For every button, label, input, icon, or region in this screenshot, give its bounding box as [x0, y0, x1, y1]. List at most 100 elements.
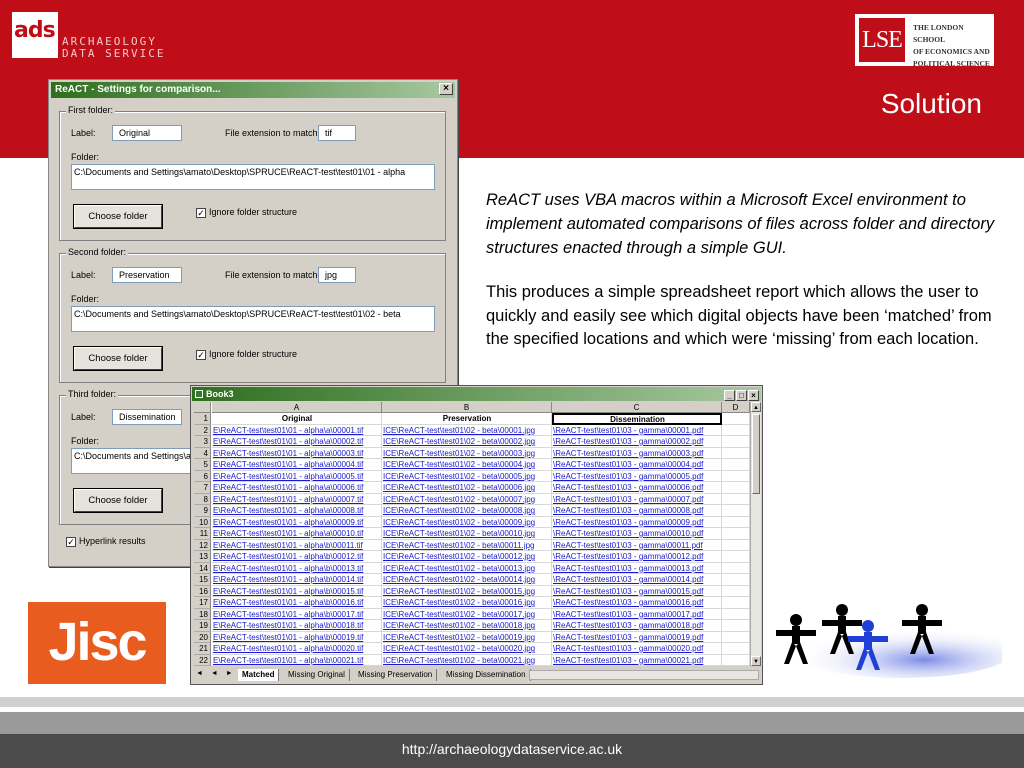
- horizontal-scrollbar[interactable]: [529, 670, 759, 680]
- empty-cell[interactable]: [722, 562, 750, 574]
- preservation-link-cell[interactable]: ICE\ReACT-test\test01\02 - beta\00006.jp…: [382, 482, 552, 494]
- footer-url[interactable]: http://archaeologydataservice.ac.uk: [0, 741, 1024, 757]
- row-header[interactable]: 12: [194, 539, 211, 551]
- preservation-link-cell[interactable]: ICE\ReACT-test\test01\02 - beta\00008.jp…: [382, 505, 552, 517]
- row-header[interactable]: 19: [194, 620, 211, 632]
- row-header[interactable]: 2: [194, 424, 211, 436]
- column-header-d[interactable]: D: [722, 402, 750, 413]
- empty-cell[interactable]: [722, 608, 750, 620]
- preservation-link-cell[interactable]: ICE\ReACT-test\test01\02 - beta\00020.jp…: [382, 643, 552, 655]
- dissemination-link-cell[interactable]: \ReACT-test\test01\03 - gamma\00015.pdf: [552, 585, 722, 597]
- empty-cell[interactable]: [722, 654, 750, 666]
- original-link-cell[interactable]: E\ReACT-test\test01\01 - alpha\b\00018.t…: [212, 620, 382, 632]
- empty-cell[interactable]: [722, 643, 750, 655]
- preservation-link-cell[interactable]: ICE\ReACT-test\test01\02 - beta\00016.jp…: [382, 597, 552, 609]
- first-ext-input[interactable]: tif: [318, 125, 356, 141]
- dissemination-link-cell[interactable]: \ReACT-test\test01\03 - gamma\00007.pdf: [552, 493, 722, 505]
- preservation-link-cell[interactable]: ICE\ReACT-test\test01\02 - beta\00001.jp…: [382, 424, 552, 436]
- empty-cell[interactable]: [722, 585, 750, 597]
- sheet-tab-matched[interactable]: Matched: [238, 669, 280, 681]
- dissemination-link-cell[interactable]: \ReACT-test\test01\03 - gamma\00005.pdf: [552, 470, 722, 482]
- preservation-link-cell[interactable]: ICE\ReACT-test\test01\02 - beta\00009.jp…: [382, 516, 552, 528]
- empty-cell[interactable]: [722, 597, 750, 609]
- dissemination-link-cell[interactable]: \ReACT-test\test01\03 - gamma\00013.pdf: [552, 562, 722, 574]
- empty-cell[interactable]: [722, 493, 750, 505]
- choose-folder-button-3[interactable]: Choose folder: [74, 489, 162, 512]
- preservation-link-cell[interactable]: ICE\ReACT-test\test01\02 - beta\00019.jp…: [382, 631, 552, 643]
- first-label-input[interactable]: Original: [112, 125, 182, 141]
- empty-cell[interactable]: [722, 631, 750, 643]
- original-link-cell[interactable]: E\ReACT-test\test01\01 - alpha\a\00005.t…: [212, 470, 382, 482]
- dissemination-link-cell[interactable]: \ReACT-test\test01\03 - gamma\00006.pdf: [552, 482, 722, 494]
- column-header-c[interactable]: C: [552, 402, 722, 413]
- third-folder-input[interactable]: C:\Documents and Settings\am: [71, 448, 191, 474]
- header-original[interactable]: Original: [212, 413, 382, 425]
- sheet-tab-missing-dissemination[interactable]: Missing Dissemination: [442, 669, 531, 681]
- close-button[interactable]: ×: [748, 390, 759, 401]
- second-label-input[interactable]: Preservation: [112, 267, 182, 283]
- first-folder-input[interactable]: C:\Documents and Settings\amato\Desktop\…: [71, 164, 435, 190]
- dissemination-link-cell[interactable]: \ReACT-test\test01\03 - gamma\00001.pdf: [552, 424, 722, 436]
- row-header[interactable]: 6: [194, 470, 211, 482]
- row-header[interactable]: 11: [194, 528, 211, 540]
- second-folder-input[interactable]: C:\Documents and Settings\amato\Desktop\…: [71, 306, 435, 332]
- empty-cell[interactable]: [722, 574, 750, 586]
- row-header[interactable]: 1: [194, 413, 211, 425]
- empty-cell[interactable]: [722, 482, 750, 494]
- dissemination-link-cell[interactable]: \ReACT-test\test01\03 - gamma\00003.pdf: [552, 447, 722, 459]
- maximize-button[interactable]: □: [736, 390, 747, 401]
- choose-folder-button-1[interactable]: Choose folder: [74, 205, 162, 228]
- minimize-button[interactable]: _: [724, 390, 735, 401]
- hyperlink-results-checkbox[interactable]: ✓ Hyperlink results: [66, 536, 146, 547]
- original-link-cell[interactable]: E\ReACT-test\test01\01 - alpha\a\00003.t…: [212, 447, 382, 459]
- row-header[interactable]: 3: [194, 436, 211, 448]
- row-header[interactable]: 13: [194, 551, 211, 563]
- row-header[interactable]: 17: [194, 597, 211, 609]
- sheet-tab-missing-original[interactable]: Missing Original: [284, 669, 350, 681]
- original-link-cell[interactable]: E\ReACT-test\test01\01 - alpha\a\00007.t…: [212, 493, 382, 505]
- column-header-b[interactable]: B: [382, 402, 552, 413]
- row-header[interactable]: 15: [194, 574, 211, 586]
- original-link-cell[interactable]: E\ReACT-test\test01\01 - alpha\b\00013.t…: [212, 562, 382, 574]
- empty-cell[interactable]: [722, 516, 750, 528]
- row-header[interactable]: 7: [194, 482, 211, 494]
- sheet-tab-missing-preservation[interactable]: Missing Preservation: [354, 669, 438, 681]
- preservation-link-cell[interactable]: ICE\ReACT-test\test01\02 - beta\00012.jp…: [382, 551, 552, 563]
- dissemination-link-cell[interactable]: \ReACT-test\test01\03 - gamma\00014.pdf: [552, 574, 722, 586]
- original-link-cell[interactable]: E\ReACT-test\test01\01 - alpha\b\00016.t…: [212, 597, 382, 609]
- original-link-cell[interactable]: E\ReACT-test\test01\01 - alpha\a\00008.t…: [212, 505, 382, 517]
- empty-cell[interactable]: [722, 620, 750, 632]
- header-dissemination[interactable]: Dissemination: [552, 413, 722, 425]
- original-link-cell[interactable]: E\ReACT-test\test01\01 - alpha\b\00021.t…: [212, 654, 382, 666]
- original-link-cell[interactable]: E\ReACT-test\test01\01 - alpha\b\00014.t…: [212, 574, 382, 586]
- original-link-cell[interactable]: E\ReACT-test\test01\01 - alpha\b\00019.t…: [212, 631, 382, 643]
- original-link-cell[interactable]: E\ReACT-test\test01\01 - alpha\b\00020.t…: [212, 643, 382, 655]
- dissemination-link-cell[interactable]: \ReACT-test\test01\03 - gamma\00011.pdf: [552, 539, 722, 551]
- empty-cell[interactable]: [722, 551, 750, 563]
- original-link-cell[interactable]: E\ReACT-test\test01\01 - alpha\a\00010.t…: [212, 528, 382, 540]
- preservation-link-cell[interactable]: ICE\ReACT-test\test01\02 - beta\00005.jp…: [382, 470, 552, 482]
- dissemination-link-cell[interactable]: \ReACT-test\test01\03 - gamma\00002.pdf: [552, 436, 722, 448]
- dissemination-link-cell[interactable]: \ReACT-test\test01\03 - gamma\00010.pdf: [552, 528, 722, 540]
- row-header[interactable]: 14: [194, 562, 211, 574]
- preservation-link-cell[interactable]: ICE\ReACT-test\test01\02 - beta\00010.jp…: [382, 528, 552, 540]
- row-header[interactable]: 20: [194, 631, 211, 643]
- header-preservation[interactable]: Preservation: [382, 413, 552, 425]
- empty-cell[interactable]: [722, 470, 750, 482]
- row-header[interactable]: 21: [194, 643, 211, 655]
- preservation-link-cell[interactable]: ICE\ReACT-test\test01\02 - beta\00011.jp…: [382, 539, 552, 551]
- preservation-link-cell[interactable]: ICE\ReACT-test\test01\02 - beta\00015.jp…: [382, 585, 552, 597]
- row-header[interactable]: 9: [194, 505, 211, 517]
- empty-cell[interactable]: [722, 424, 750, 436]
- row-header[interactable]: 4: [194, 447, 211, 459]
- dissemination-link-cell[interactable]: \ReACT-test\test01\03 - gamma\00019.pdf: [552, 631, 722, 643]
- dissemination-link-cell[interactable]: \ReACT-test\test01\03 - gamma\00004.pdf: [552, 459, 722, 471]
- original-link-cell[interactable]: E\ReACT-test\test01\01 - alpha\a\00001.t…: [212, 424, 382, 436]
- original-link-cell[interactable]: E\ReACT-test\test01\01 - alpha\a\00002.t…: [212, 436, 382, 448]
- empty-cell[interactable]: [722, 528, 750, 540]
- dissemination-link-cell[interactable]: \ReACT-test\test01\03 - gamma\00017.pdf: [552, 608, 722, 620]
- preservation-link-cell[interactable]: ICE\ReACT-test\test01\02 - beta\00003.jp…: [382, 447, 552, 459]
- choose-folder-button-2[interactable]: Choose folder: [74, 347, 162, 370]
- row-header[interactable]: 5: [194, 459, 211, 471]
- vertical-scrollbar[interactable]: ▲ ▼: [750, 402, 761, 666]
